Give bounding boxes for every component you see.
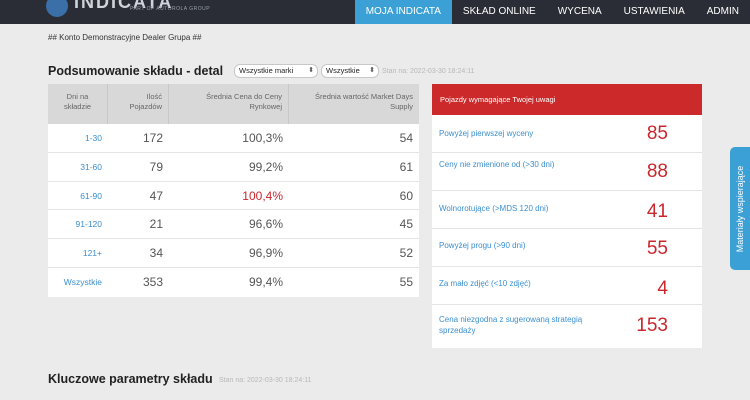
attention-item[interactable]: Powyżej pierwszej wyceny 85: [432, 115, 702, 153]
nav-item-admin[interactable]: ADMIN: [696, 0, 750, 24]
range-link[interactable]: Wszystkie: [48, 268, 108, 297]
table-row: Wszystkie 353 99,4% 55: [48, 268, 419, 297]
table-row: 1-30 172 100,3% 54: [48, 124, 419, 153]
range-link[interactable]: 91-120: [48, 210, 108, 238]
range-link[interactable]: 1-30: [48, 124, 108, 152]
key-params-title: Kluczowe parametry składu: [48, 372, 213, 386]
attention-item[interactable]: Ceny nie zmienione od (>30 dni) 88: [432, 153, 702, 191]
attention-panel: Pojazdy wymagające Twojej uwagi Powyżej …: [432, 84, 702, 348]
select-caret-icon: ⬍: [369, 67, 375, 74]
vehicle-count: 172: [142, 131, 163, 145]
mds-value: 52: [399, 246, 413, 261]
table-row: 121+ 34 96,9% 52: [48, 239, 419, 268]
price-ratio: 99,2%: [248, 159, 283, 174]
range-link[interactable]: 121+: [48, 239, 108, 267]
table-header: Dni na składzie Ilość Pojazdów Średnia C…: [48, 84, 419, 124]
header-mds[interactable]: Średnia wartość Market Days Supply: [289, 84, 419, 124]
attention-label[interactable]: Cena niezgodna z sugerowaną strategią sp…: [439, 314, 619, 336]
stock-summary-table: Dni na składzie Ilość Pojazdów Średnia C…: [48, 84, 419, 297]
nav-item-ustawienia[interactable]: USTAWIENIA: [613, 0, 696, 24]
attention-count[interactable]: 41: [647, 201, 668, 223]
vehicle-count: 34: [149, 246, 163, 261]
attention-label[interactable]: Wolnorotujące (>MDS 120 dni): [439, 203, 619, 214]
mds-value: 45: [399, 217, 413, 232]
mds-value: 60: [399, 188, 413, 203]
attention-count[interactable]: 153: [636, 315, 668, 337]
attention-count[interactable]: 4: [657, 278, 668, 300]
vehicle-count: 47: [149, 188, 163, 203]
summary-timestamp: Stan na: 2022-03-30 18:24:11: [382, 68, 475, 75]
price-ratio-highlighted: 100,4%: [242, 188, 283, 203]
attention-item[interactable]: Za mało zdjęć (<10 zdjęć) 4: [432, 267, 702, 305]
attention-count[interactable]: 85: [647, 123, 668, 145]
attention-label[interactable]: Powyżej pierwszej wyceny: [439, 128, 619, 139]
nav-item-moja-indicata[interactable]: MOJA INDICATA: [354, 0, 452, 24]
attention-label[interactable]: Ceny nie zmienione od (>30 dni): [439, 159, 619, 170]
range-link[interactable]: 31-60: [48, 153, 108, 181]
table-row: 91-120 21 96,6% 45: [48, 210, 419, 240]
table-row: 31-60 79 99,2% 61: [48, 153, 419, 182]
main-nav: MOJA INDICATA SKŁAD ONLINE WYCENA USTAWI…: [354, 0, 750, 24]
vehicle-count: 79: [149, 159, 163, 174]
mds-value: 54: [399, 131, 413, 145]
price-ratio: 99,4%: [248, 274, 283, 289]
brand-filter-select[interactable]: Wszystkie marki ⬍: [234, 64, 318, 78]
attention-count[interactable]: 88: [647, 161, 668, 183]
attention-label[interactable]: Za mało zdjęć (<10 zdjęć): [439, 278, 619, 289]
summary-title: Podsumowanie składu - detal: [48, 64, 224, 78]
header-days[interactable]: Dni na składzie: [48, 84, 108, 124]
attention-panel-title: Pojazdy wymagające Twojej uwagi: [432, 84, 702, 115]
select-caret-icon: ⬍: [308, 67, 314, 74]
logo-subtitle: PART OF AUTOROLA GROUP: [130, 6, 211, 12]
attention-count[interactable]: 55: [647, 238, 668, 260]
header-price-ratio[interactable]: Średnia Cena do Ceny Rynkowej: [169, 84, 289, 124]
top-navbar: INDICATA PART OF AUTOROLA GROUP MOJA IND…: [0, 0, 750, 24]
attention-item[interactable]: Wolnorotujące (>MDS 120 dni) 41: [432, 191, 702, 229]
mds-value: 61: [399, 159, 413, 174]
attention-item[interactable]: Cena niezgodna z sugerowaną strategią sp…: [432, 305, 702, 348]
brand-filter-value: Wszystkie marki: [239, 66, 294, 75]
vehicle-count: 21: [149, 217, 163, 232]
attention-item[interactable]: Powyżej progu (>90 dni) 55: [432, 229, 702, 267]
vehicle-count: 353: [142, 274, 163, 289]
nav-item-sklad-online[interactable]: SKŁAD ONLINE: [452, 0, 547, 24]
logo-mark-icon: [46, 0, 68, 17]
price-ratio: 96,6%: [248, 217, 283, 232]
key-params-timestamp: Stan na: 2022-03-30 18:24:11: [219, 377, 312, 384]
category-filter-select[interactable]: Wszystkie ⬍: [321, 64, 379, 78]
support-materials-tab[interactable]: Materiały wspierające: [730, 147, 750, 270]
price-ratio: 100,3%: [242, 131, 283, 145]
range-link[interactable]: 61-90: [48, 182, 108, 210]
attention-label[interactable]: Powyżej progu (>90 dni): [439, 240, 619, 251]
category-filter-value: Wszystkie: [326, 66, 360, 75]
logo[interactable]: INDICATA PART OF AUTOROLA GROUP: [46, 0, 210, 24]
nav-item-wycena[interactable]: WYCENA: [547, 0, 613, 24]
support-materials-label: Materiały wspierające: [735, 165, 745, 252]
header-count[interactable]: Ilość Pojazdów: [108, 84, 169, 124]
table-row: 61-90 47 100,4% 60: [48, 182, 419, 211]
price-ratio: 96,9%: [248, 246, 283, 261]
account-name: ## Konto Demonstracyjne Dealer Grupa ##: [48, 33, 202, 42]
mds-value: 55: [399, 274, 413, 289]
